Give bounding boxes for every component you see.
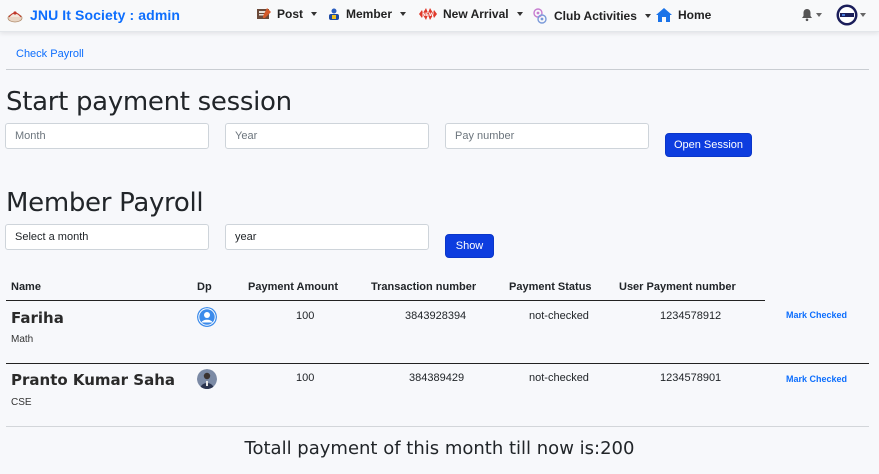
table-header-divider xyxy=(6,300,765,301)
user-photo-icon xyxy=(197,369,217,389)
nav-new-arrival-label: New Arrival xyxy=(443,7,509,21)
payroll-title: Member Payroll xyxy=(6,188,204,218)
brand-title: JNU It Society : admin xyxy=(30,7,181,23)
header-user-payment-number: User Payment number xyxy=(619,281,736,293)
user-avatar-icon xyxy=(197,307,217,327)
chevron-down-icon xyxy=(644,14,651,18)
post-icon xyxy=(257,8,271,19)
payment-amount: 100 xyxy=(296,372,315,384)
user-menu[interactable] xyxy=(836,4,866,26)
show-button[interactable]: Show xyxy=(445,234,494,258)
year-field[interactable]: year xyxy=(225,224,429,250)
nav-post-label: Post xyxy=(277,7,304,21)
open-session-button[interactable]: Open Session xyxy=(665,133,752,157)
member-dept: CSE xyxy=(11,397,32,408)
nav-member[interactable]: Member xyxy=(327,7,407,21)
session-title: Start payment session xyxy=(6,87,292,117)
chevron-down-icon xyxy=(816,13,822,17)
user-payment-number: 1234578901 xyxy=(660,372,722,384)
payment-status: not-checked xyxy=(529,310,589,322)
avatar xyxy=(836,4,858,26)
member-name: Pranto Kumar Saha xyxy=(11,371,176,389)
nav-club-activities-label: Club Activities xyxy=(554,9,637,23)
header-transaction-number: Transaction number xyxy=(371,281,477,293)
brand-logo-icon xyxy=(7,11,23,23)
bell-icon xyxy=(802,9,812,22)
month-input[interactable]: Month xyxy=(5,123,209,149)
header-payment-amount: Payment Amount xyxy=(248,281,339,293)
member-name: Fariha xyxy=(11,309,64,327)
new-arrival-icon: NEW xyxy=(419,8,437,20)
header-payment-status: Payment Status xyxy=(509,281,592,293)
nav-home-label: Home xyxy=(678,8,712,22)
month-select[interactable]: Select a month xyxy=(5,224,209,250)
notifications-dropdown[interactable] xyxy=(800,8,822,22)
mark-checked-button[interactable]: Mark Checked xyxy=(786,374,847,384)
member-icon xyxy=(329,8,339,20)
nav-home[interactable]: Home xyxy=(655,7,711,23)
chevron-down-icon xyxy=(400,12,407,16)
club-activities-icon xyxy=(533,8,547,24)
transaction-number: 384389429 xyxy=(409,372,465,384)
avatar xyxy=(197,307,217,327)
top-navbar: JNU It Society : admin Post Member NEW N… xyxy=(0,0,879,32)
home-icon xyxy=(656,8,672,22)
header-dp: Dp xyxy=(197,281,212,293)
brand[interactable]: JNU It Society : admin xyxy=(6,6,180,24)
chevron-down-icon xyxy=(311,12,318,16)
year-input[interactable]: Year xyxy=(225,123,429,149)
nav-member-label: Member xyxy=(346,7,393,21)
svg-text:NEW: NEW xyxy=(422,12,434,18)
pay-number-input[interactable]: Pay number xyxy=(445,123,649,149)
monthly-total: Totall payment of this month till now is… xyxy=(244,438,635,459)
avatar xyxy=(197,369,217,389)
chevron-down-icon xyxy=(516,12,523,16)
header-name: Name xyxy=(11,281,41,293)
nav-new-arrival[interactable]: NEW New Arrival xyxy=(418,7,523,21)
breadcrumb-check-payroll[interactable]: Check Payroll xyxy=(16,48,84,60)
member-dept: Math xyxy=(11,334,34,345)
nav-club-activities[interactable]: Club Activities xyxy=(531,7,651,25)
nav-post[interactable]: Post xyxy=(256,7,318,21)
mark-checked-button[interactable]: Mark Checked xyxy=(786,310,847,320)
chevron-down-icon xyxy=(860,13,866,17)
divider xyxy=(6,69,869,70)
row-divider xyxy=(6,363,869,364)
payment-amount: 100 xyxy=(296,310,315,322)
table-bottom-divider xyxy=(6,426,869,427)
payment-status: not-checked xyxy=(529,372,589,384)
user-payment-number: 1234578912 xyxy=(660,310,722,322)
transaction-number: 3843928394 xyxy=(405,310,467,322)
